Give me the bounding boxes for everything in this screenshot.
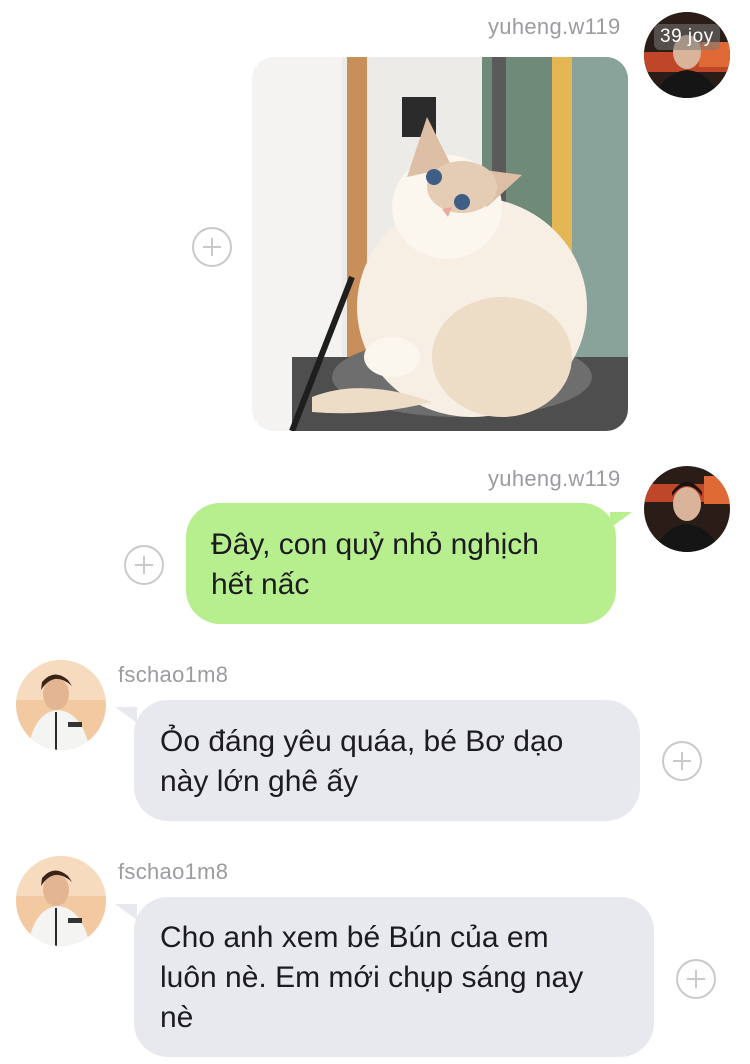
sender-name: yuheng.w119	[488, 14, 621, 39]
avatar-image	[644, 466, 730, 552]
cat-photo[interactable]	[252, 57, 628, 431]
avatar-image	[16, 660, 106, 750]
message-text-line: hết nấc	[211, 568, 310, 601]
avatar-image	[16, 856, 106, 946]
message-bubble-incoming[interactable]: Ỏo đáng yêu quáa, bé Bơ dạo này lớn ghê …	[134, 700, 640, 821]
avatar[interactable]	[16, 660, 106, 750]
avatar[interactable]	[644, 466, 730, 552]
message-text-line: nè	[160, 1001, 194, 1034]
sender-name: fschao1m8	[118, 662, 229, 687]
message-bubble-incoming[interactable]: Cho anh xem bé Bún của em luôn nè. Em mớ…	[134, 897, 654, 1057]
add-reaction-icon[interactable]	[676, 959, 716, 999]
bubble-tail	[610, 512, 632, 528]
message-text-line: Cho anh xem bé Bún của em	[160, 921, 549, 954]
bubble-tail	[115, 707, 137, 723]
message-text-line: luôn nè. Em mới chụp sáng nay	[160, 961, 584, 994]
message-text-line: này lớn ghê ấy	[160, 765, 359, 798]
avatar[interactable]	[16, 856, 106, 946]
cat-photo-image	[252, 57, 628, 431]
avatar-badge: 39 joy	[654, 24, 720, 50]
message-text-line: Ỏo đáng yêu quáa, bé Bơ dạo	[160, 725, 564, 758]
add-reaction-icon[interactable]	[124, 545, 164, 585]
add-reaction-icon[interactable]	[192, 227, 232, 267]
message-bubble-outgoing[interactable]: Đây, con quỷ nhỏ nghịch hết nấc	[186, 503, 616, 624]
sender-name: yuheng.w119	[488, 466, 621, 491]
bubble-tail	[115, 904, 137, 920]
sender-name: fschao1m8	[118, 859, 229, 884]
message-text-line: Đây, con quỷ nhỏ nghịch	[211, 528, 539, 561]
add-reaction-icon[interactable]	[662, 741, 702, 781]
